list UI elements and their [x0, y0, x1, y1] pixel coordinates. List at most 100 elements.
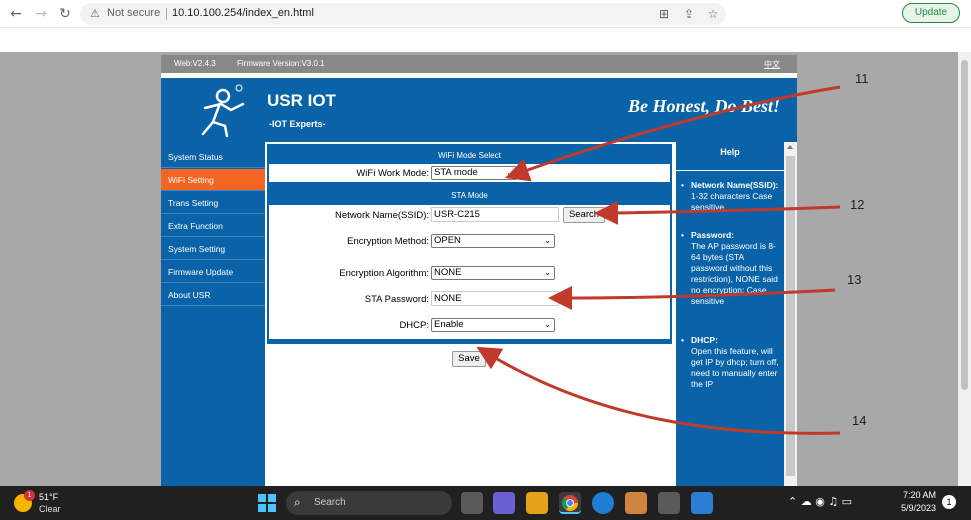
ssid-label: Network Name(SSID):: [335, 210, 429, 221]
scroll-thumb[interactable]: [961, 60, 968, 390]
mail-icon[interactable]: [691, 492, 713, 514]
back-icon[interactable]: ←: [8, 6, 24, 22]
router-admin-page: Web:V2.4.3 Firmware Version:V3.0.1 中文 US…: [161, 55, 797, 486]
sidebar-item-system-setting[interactable]: System Setting: [161, 238, 265, 260]
chevron-down-icon: ⌄: [544, 236, 551, 245]
annotation-number-13: 13: [847, 272, 862, 287]
form-panel: WiFi Mode Select WiFi Work Mode: STA mod…: [267, 144, 672, 344]
reload-icon[interactable]: ↻: [57, 6, 73, 22]
usr-logo-icon: [195, 82, 247, 138]
work-mode-label: WiFi Work Mode:: [356, 168, 429, 179]
sidebar-item-system-status[interactable]: System Status: [161, 146, 265, 168]
language-link[interactable]: 中文: [764, 59, 780, 70]
task-view-icon[interactable]: [461, 492, 483, 514]
teams-chat-icon[interactable]: [493, 492, 515, 514]
work-mode-select[interactable]: STA mode ⌄: [431, 166, 517, 180]
forward-icon[interactable]: →: [33, 6, 49, 22]
encryption-method-value: OPEN: [434, 235, 461, 246]
wifi-setting-form: WiFi Mode Select WiFi Work Mode: STA mod…: [265, 142, 675, 486]
help-heading: Network Name(SSID):: [691, 180, 779, 190]
help-scroll-thumb[interactable]: [786, 156, 795, 476]
slogan: Be Honest, Do Best!: [627, 96, 780, 116]
dhcp-value: Enable: [434, 319, 464, 330]
help-title: Help: [720, 147, 740, 157]
help-text: 1-32 characters Case sensitive: [691, 191, 773, 212]
sta-password-input[interactable]: NONE: [431, 291, 559, 306]
update-button[interactable]: Update: [902, 3, 960, 23]
address-bar[interactable]: ⚠ Not secure 10.10.100.254/index_en.html…: [80, 3, 726, 25]
ssid-input[interactable]: USR-C215: [431, 207, 559, 222]
store-icon[interactable]: [658, 492, 680, 514]
search-button[interactable]: Search: [563, 207, 605, 223]
notification-badge[interactable]: 1: [942, 495, 956, 509]
sta-password-label: STA Password:: [364, 294, 429, 305]
sta-section-title: STA Mode: [451, 191, 488, 200]
brand-name: USR IOT: [267, 91, 336, 110]
work-mode-row: WiFi Work Mode: STA mode ⌄: [269, 164, 670, 182]
clock-time[interactable]: 7:20 AM: [900, 490, 936, 500]
url-text[interactable]: 10.10.100.254/index_en.html: [172, 7, 314, 19]
help-text: The AP password is 8-64 bytes (STA passw…: [691, 241, 778, 306]
bullet-icon: •: [681, 180, 684, 190]
system-tray-icons[interactable]: ⌃ ☁ ◉ ♫ ▭: [788, 495, 852, 508]
help-scrollbar[interactable]: [784, 142, 797, 486]
sta-settings-rows: Network Name(SSID): USR-C215 Search Encr…: [269, 205, 670, 339]
bookmark-star-icon[interactable]: ☆: [705, 6, 721, 22]
weather-condition: Clear: [39, 504, 61, 514]
firmware-version: Firmware Version:V3.0.1: [237, 59, 325, 68]
work-mode-value: STA mode: [434, 167, 478, 178]
dhcp-label: DHCP:: [399, 320, 429, 331]
translate-icon[interactable]: ⊞: [656, 6, 672, 22]
header-banner: USR IOT -IOT Experts- Be Honest, Do Best…: [161, 78, 797, 142]
web-version: Web:V2.4.3: [174, 59, 216, 68]
chevron-down-icon: ⌄: [544, 268, 551, 277]
edge-icon[interactable]: [592, 492, 614, 514]
sidebar-item-wifi-setting[interactable]: WiFi Setting: [161, 169, 265, 191]
annotation-number-14: 14: [852, 413, 867, 428]
chevron-down-icon: ⌄: [544, 320, 551, 329]
scroll-up-icon[interactable]: [787, 145, 793, 149]
encryption-method-label: Encryption Method:: [347, 236, 429, 247]
help-divider: [676, 170, 784, 171]
bullet-icon: •: [681, 335, 684, 345]
encryption-algorithm-value: NONE: [434, 267, 462, 278]
help-panel: Help • Network Name(SSID): 1-32 characte…: [676, 142, 784, 486]
sidebar-nav: System Status WiFi Setting Trans Setting…: [161, 142, 265, 486]
warning-icon[interactable]: ⚠: [90, 7, 104, 21]
page-scrollbar[interactable]: [958, 52, 971, 486]
version-bar: Web:V2.4.3 Firmware Version:V3.0.1 中文: [161, 55, 797, 73]
encryption-algorithm-label: Encryption Algorithm:: [339, 268, 429, 279]
help-heading: DHCP:: [691, 335, 718, 345]
file-explorer-icon[interactable]: [526, 492, 548, 514]
sidebar-item-about-usr[interactable]: About USR: [161, 284, 265, 306]
search-icon: ⌕: [294, 495, 301, 509]
chrome-icon[interactable]: [559, 492, 581, 514]
browser-toolbar: ← → ↻ ⚠ Not secure 10.10.100.254/index_e…: [0, 0, 971, 28]
bullet-icon: •: [681, 230, 684, 240]
search-label: Search: [314, 497, 346, 508]
encryption-algorithm-select[interactable]: NONE ⌄: [431, 266, 555, 280]
chevron-down-icon: ⌄: [506, 168, 513, 177]
help-heading: Password:: [691, 230, 734, 240]
temperature: 51°F: [39, 492, 59, 502]
windows-taskbar: 1 51°F Clear ⌕ Search ⌃ ☁ ◉ ♫ ▭ 7:20 AM …: [0, 486, 971, 520]
save-button[interactable]: Save: [452, 351, 486, 367]
security-label[interactable]: Not secure: [107, 7, 160, 19]
clock-date[interactable]: 5/9/2023: [894, 503, 936, 513]
windows-start-icon[interactable]: [258, 494, 276, 512]
mode-section-title: WiFi Mode Select: [438, 151, 501, 160]
dhcp-select[interactable]: Enable ⌄: [431, 318, 555, 332]
help-body: • Network Name(SSID): 1-32 characters Ca…: [676, 173, 784, 426]
taskbar-search[interactable]: ⌕ Search: [286, 491, 452, 515]
annotation-number-11: 11: [855, 71, 869, 86]
paint-icon[interactable]: [625, 492, 647, 514]
weather-badge: 1: [24, 490, 35, 501]
annotation-number-12: 12: [850, 197, 865, 212]
share-icon[interactable]: ⇪: [681, 6, 697, 22]
sidebar-item-trans-setting[interactable]: Trans Setting: [161, 192, 265, 214]
weather-widget[interactable]: 1 51°F Clear: [14, 490, 84, 516]
encryption-method-select[interactable]: OPEN ⌄: [431, 234, 555, 248]
omnibox-divider: [166, 8, 167, 20]
sidebar-item-extra-function[interactable]: Extra Function: [161, 215, 265, 237]
sidebar-item-firmware-update[interactable]: Firmware Update: [161, 261, 265, 283]
